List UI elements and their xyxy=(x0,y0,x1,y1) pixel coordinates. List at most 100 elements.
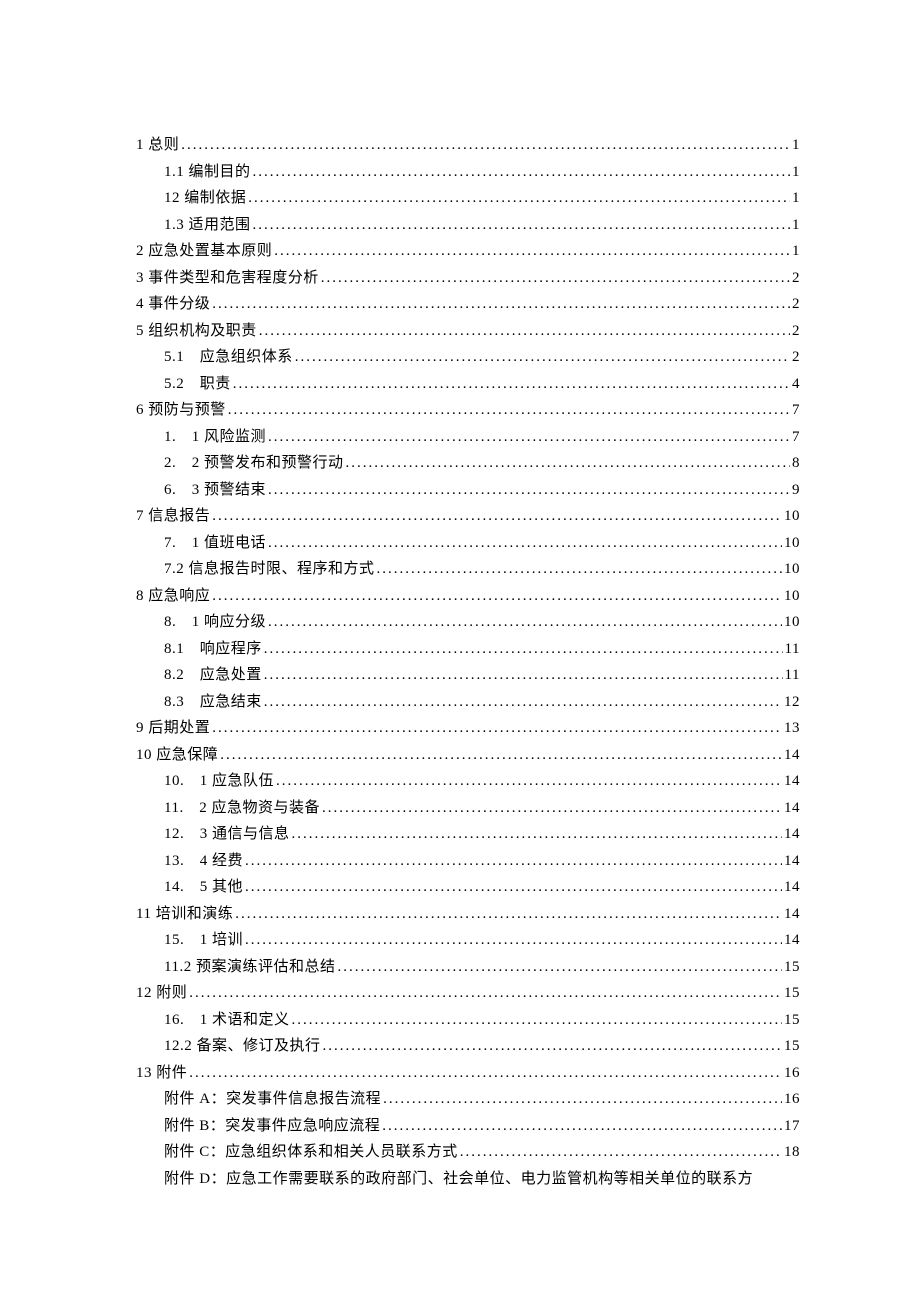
toc-leader-dots xyxy=(323,1033,782,1060)
toc-entry-page: 15 xyxy=(784,1033,800,1060)
toc-entry: 附件 D：应急工作需要联系的政府部门、社会单位、电力监管机构等相关单位的联系方 xyxy=(136,1166,800,1193)
toc-entry: 12 编制依据 1 xyxy=(136,185,800,212)
toc-entry: 5.2 职责 4 xyxy=(136,371,800,398)
toc-entry-title: 1. 1 风险监测 xyxy=(164,424,266,451)
toc-entry-title: 11. 2 应急物资与装备 xyxy=(164,795,320,822)
toc-leader-dots xyxy=(212,503,782,530)
toc-entry-page: 14 xyxy=(784,742,800,769)
toc-entry: 5 组织机构及职责2 xyxy=(136,318,800,345)
toc-leader-dots xyxy=(264,636,783,663)
toc-entry-title: 8.3 应急结束 xyxy=(164,689,262,716)
toc-entry: 10. 1 应急队伍 14 xyxy=(136,768,800,795)
toc-leader-dots xyxy=(460,1139,782,1166)
toc-entry-page: 14 xyxy=(784,848,800,875)
toc-entry-title: 7. 1 值班电话 xyxy=(164,530,266,557)
toc-entry-page: 2 xyxy=(792,344,800,371)
toc-entry: 附件 B：突发事件应急响应流程 17 xyxy=(136,1113,800,1140)
toc-entry-title: 3 事件类型和危害程度分析 xyxy=(136,265,319,292)
toc-entry-title: 附件 A：突发事件信息报告流程 xyxy=(164,1086,381,1113)
toc-leader-dots xyxy=(212,715,782,742)
toc-entry-title: 5.1 应急组织体系 xyxy=(164,344,293,371)
toc-entry: 10 应急保障14 xyxy=(136,742,800,769)
toc-entry-title: 12 编制依据 xyxy=(164,185,246,212)
toc-leader-dots xyxy=(245,848,782,875)
toc-entry-page: 1 xyxy=(792,159,800,186)
toc-entry-page: 14 xyxy=(784,927,800,954)
toc-entry: 2. 2 预警发布和预警行动 8 xyxy=(136,450,800,477)
toc-leader-dots xyxy=(382,1113,782,1140)
toc-entry: 12. 3 通信与信息 14 xyxy=(136,821,800,848)
toc-leader-dots xyxy=(235,901,782,928)
toc-entry-page: 14 xyxy=(784,768,800,795)
toc-leader-dots xyxy=(181,132,790,159)
toc-entry: 15. 1 培训 14 xyxy=(136,927,800,954)
toc-entry-page: 10 xyxy=(784,583,800,610)
toc-entry: 2 应急处置基本原则1 xyxy=(136,238,800,265)
toc-leader-dots xyxy=(268,477,790,504)
toc-entry-title: 15. 1 培训 xyxy=(164,927,243,954)
toc-leader-dots xyxy=(268,530,782,557)
toc-entry-page: 12 xyxy=(784,689,800,716)
toc-entry-page: 18 xyxy=(784,1139,800,1166)
toc-entry: 8. 1 响应分级 10 xyxy=(136,609,800,636)
toc-entry-title: 12. 3 通信与信息 xyxy=(164,821,290,848)
toc-entry-page: 7 xyxy=(792,397,800,424)
toc-entry: 9 后期处置13 xyxy=(136,715,800,742)
toc-entry-page: 10 xyxy=(784,530,800,557)
toc-entry-page: 1 xyxy=(792,212,800,239)
toc-page: 1 总则11.1 编制目的 112 编制依据 11.3 适用范围 12 应急处置… xyxy=(0,0,920,1301)
toc-leader-dots xyxy=(321,265,790,292)
toc-entry: 13 附件 16 xyxy=(136,1060,800,1087)
toc-entry: 3 事件类型和危害程度分析2 xyxy=(136,265,800,292)
toc-entry-page: 16 xyxy=(784,1060,800,1087)
toc-entry-page: 11 xyxy=(785,662,800,689)
toc-entry-title: 16. 1 术语和定义 xyxy=(164,1007,290,1034)
toc-leader-dots xyxy=(189,980,782,1007)
toc-leader-dots xyxy=(292,821,782,848)
toc-container: 1 总则11.1 编制目的 112 编制依据 11.3 适用范围 12 应急处置… xyxy=(136,132,800,1192)
toc-leader-dots xyxy=(322,795,782,822)
toc-leader-dots xyxy=(248,185,790,212)
toc-entry: 14. 5 其他 14 xyxy=(136,874,800,901)
toc-leader-dots xyxy=(253,212,790,239)
toc-entry-title: 7.2 信息报告时限、程序和方式 xyxy=(164,556,375,583)
toc-leader-dots xyxy=(274,238,790,265)
toc-entry-page: 2 xyxy=(792,291,800,318)
toc-entry-title: 5 组织机构及职责 xyxy=(136,318,257,345)
toc-entry-page: 4 xyxy=(792,371,800,398)
toc-leader-dots xyxy=(233,371,790,398)
toc-leader-dots xyxy=(253,159,790,186)
toc-leader-dots xyxy=(268,424,790,451)
toc-entry-title: 8. 1 响应分级 xyxy=(164,609,266,636)
toc-entry: 1 总则1 xyxy=(136,132,800,159)
toc-entry: 11 培训和演练 14 xyxy=(136,901,800,928)
toc-entry-title: 附件 D：应急工作需要联系的政府部门、社会单位、电力监管机构等相关单位的联系方 xyxy=(164,1166,753,1193)
toc-entry: 1.1 编制目的 1 xyxy=(136,159,800,186)
toc-entry-page: 10 xyxy=(784,609,800,636)
toc-entry-page: 1 xyxy=(792,132,800,159)
toc-entry-title: 12 附则 xyxy=(136,980,187,1007)
toc-entry-title: 5.2 职责 xyxy=(164,371,231,398)
toc-entry-page: 9 xyxy=(792,477,800,504)
toc-entry-page: 11 xyxy=(785,636,800,663)
toc-entry: 7. 1 值班电话 10 xyxy=(136,530,800,557)
toc-leader-dots xyxy=(212,291,790,318)
toc-leader-dots xyxy=(220,742,782,769)
toc-entry: 1.3 适用范围 1 xyxy=(136,212,800,239)
toc-entry-title: 1.3 适用范围 xyxy=(164,212,251,239)
toc-entry-title: 11.2 预案演练评估和总结 xyxy=(164,954,335,981)
toc-leader-dots xyxy=(212,583,782,610)
toc-entry-page: 14 xyxy=(784,901,800,928)
toc-entry-title: 1.1 编制目的 xyxy=(164,159,251,186)
toc-entry-page: 14 xyxy=(784,795,800,822)
toc-entry-page: 14 xyxy=(784,821,800,848)
toc-leader-dots xyxy=(292,1007,782,1034)
toc-entry: 1. 1 风险监测 7 xyxy=(136,424,800,451)
toc-entry-title: 6. 3 预警结束 xyxy=(164,477,266,504)
toc-entry: 5.1 应急组织体系 2 xyxy=(136,344,800,371)
toc-leader-dots xyxy=(295,344,790,371)
toc-entry-title: 11 培训和演练 xyxy=(136,901,233,928)
toc-entry-title: 4 事件分级 xyxy=(136,291,210,318)
toc-entry-title: 8 应急响应 xyxy=(136,583,210,610)
toc-entry-title: 13 附件 xyxy=(136,1060,187,1087)
